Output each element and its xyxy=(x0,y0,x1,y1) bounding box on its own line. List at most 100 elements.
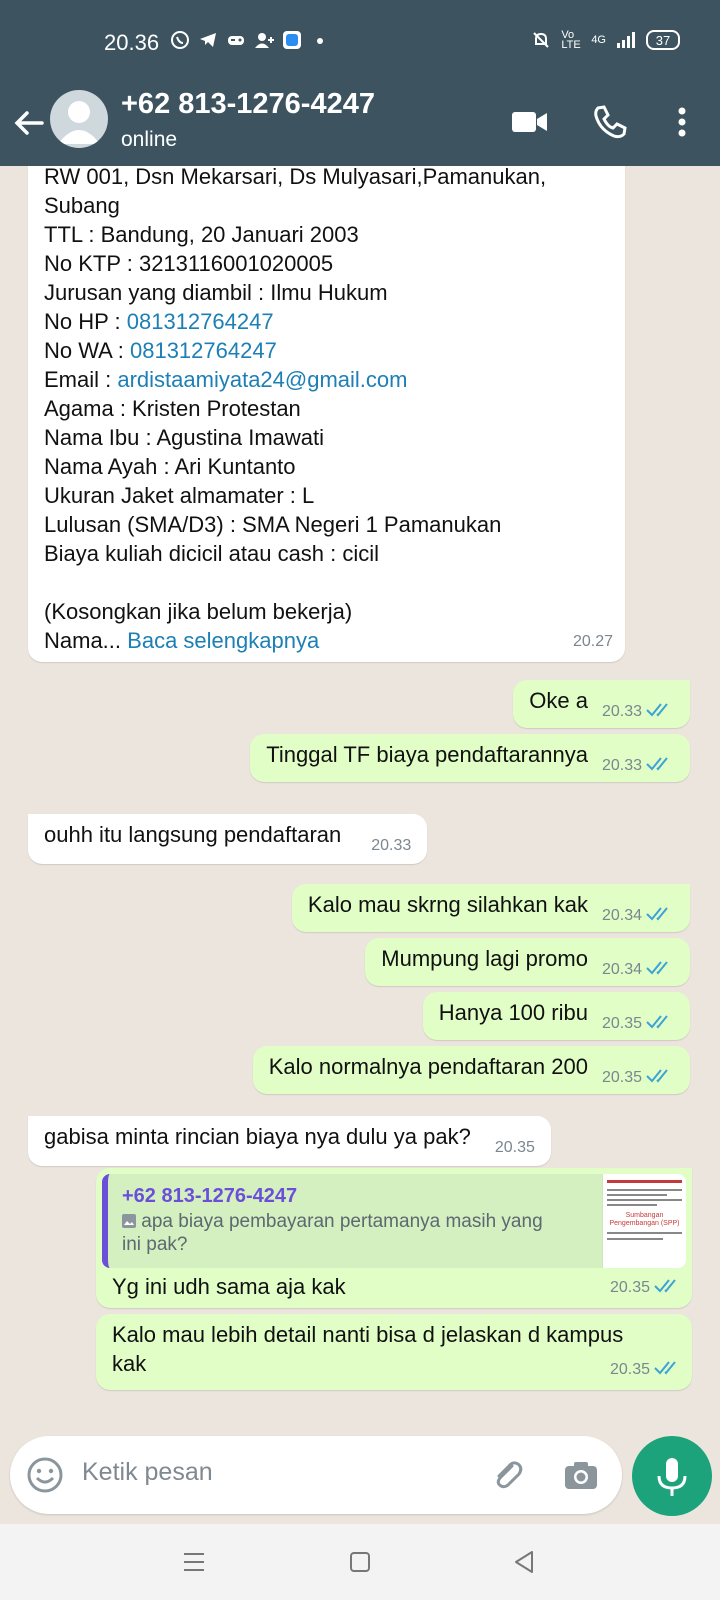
message-text: Oke a xyxy=(529,688,588,713)
read-receipt-icon xyxy=(646,703,668,717)
read-more-link[interactable]: Baca selengkapnya xyxy=(127,628,319,653)
message-text: Mumpung lagi promo xyxy=(381,946,588,971)
message-line: No KTP : 3213116001020005 xyxy=(44,251,334,276)
contact-name[interactable]: +62 813-1276-4247 xyxy=(121,88,375,121)
microphone-icon xyxy=(657,1458,687,1496)
network-label: 4G xyxy=(591,34,606,46)
read-receipt-icon xyxy=(654,1279,676,1293)
read-receipt-icon xyxy=(646,907,668,921)
read-receipt-icon xyxy=(646,1015,668,1029)
quote-author: +62 813-1276-4247 xyxy=(122,1185,298,1207)
read-receipt-icon xyxy=(646,961,668,975)
message-incoming[interactable]: ouhh itu langsung pendaftaran 20.33 xyxy=(28,814,428,864)
home-icon[interactable] xyxy=(344,1546,376,1578)
message-outgoing-reply[interactable]: +62 813-1276-4247 apa biaya pembayaran p… xyxy=(96,1168,692,1308)
quote-thumbnail[interactable]: Sumbangan Pengembangan (SPP) xyxy=(602,1174,686,1268)
message-line: Biaya kuliah dicicil atau cash : cicil xyxy=(44,541,380,566)
message-meta: 20.35 xyxy=(602,1009,674,1038)
message-time: 20.34 xyxy=(601,907,642,924)
volte-label: Vo LTE xyxy=(561,29,581,51)
dot-icon xyxy=(317,38,323,44)
message-meta: 20.34 xyxy=(602,955,674,984)
status-bar: 20.36 Vo LTE 4G 37 xyxy=(0,0,720,88)
video-call-icon[interactable] xyxy=(510,102,550,142)
message-line: Jurusan yang diambil : Ilmu Hukum xyxy=(44,280,388,305)
message-time: 20.35 xyxy=(494,1139,535,1156)
message-outgoing[interactable]: Kalo mau skrng silahkan kak 20.34 xyxy=(291,884,690,932)
quote-text-block: apa biaya pembayaran pertamanya masih ya… xyxy=(122,1210,572,1256)
voice-message-button[interactable] xyxy=(632,1436,712,1516)
phone-link[interactable]: 081312764247 xyxy=(130,338,277,363)
chat-area[interactable]: RW 001, Dsn Mekarsari, Ds Mulyasari,Pama… xyxy=(0,166,720,1436)
image-icon xyxy=(122,1214,136,1228)
message-incoming-long[interactable]: RW 001, Dsn Mekarsari, Ds Mulyasari,Pama… xyxy=(28,166,625,662)
wa-label: No WA : xyxy=(44,338,130,363)
voice-call-icon[interactable] xyxy=(590,102,630,142)
quote-line: apa biaya pembayaran pertamanya masih ya… xyxy=(122,1210,572,1233)
message-outgoing[interactable]: Kalo mau lebih detail nanti bisa d jelas… xyxy=(96,1314,692,1390)
message-meta: 20.35 xyxy=(602,1063,674,1092)
message-outgoing[interactable]: Hanya 100 ribu 20.35 xyxy=(422,992,690,1040)
contact-avatar[interactable] xyxy=(50,90,108,148)
message-text: Kalo mau skrng silahkan kak xyxy=(307,892,588,917)
app-icon xyxy=(283,31,301,49)
message-line: TTL : Bandung, 20 Januari 2003 xyxy=(44,222,359,247)
back-nav-icon[interactable] xyxy=(508,1546,540,1578)
message-time: 20.33 xyxy=(371,837,412,854)
contact-status: online xyxy=(121,128,178,151)
message-time: 20.35 xyxy=(609,1279,650,1296)
message-text: Hanya 100 ribu xyxy=(438,1000,588,1025)
more-options-icon[interactable] xyxy=(662,102,702,142)
recent-apps-icon[interactable] xyxy=(178,1546,210,1578)
phone-link[interactable]: 081312764247 xyxy=(127,309,274,334)
message-outgoing[interactable]: Mumpung lagi promo 20.34 xyxy=(365,938,690,986)
message-line: No HP : 081312764247 xyxy=(44,307,609,336)
message-outgoing[interactable]: Oke a 20.33 xyxy=(513,680,690,728)
hp-label: No HP : xyxy=(44,309,127,334)
message-line: Email : ardistaamiyata24@gmail.com xyxy=(44,365,609,394)
message-line: Ukuran Jaket almamater : L xyxy=(44,483,315,508)
message-text: Yg ini udh sama aja kak xyxy=(112,1274,346,1299)
message-line: Lulusan (SMA/D3) : SMA Negeri 1 Pamanuka… xyxy=(44,512,502,537)
message-line: (Kosongkan jika belum bekerja) xyxy=(44,599,353,624)
message-line: Nama Ayah : Ari Kuntanto xyxy=(44,454,296,479)
system-navigation-bar xyxy=(0,1524,720,1600)
mute-icon xyxy=(533,32,550,48)
message-input-bar[interactable]: Ketik pesan xyxy=(10,1436,622,1514)
message-meta: 20.35 xyxy=(610,1273,682,1302)
truncated-text: Nama... xyxy=(44,628,122,653)
user-add-icon xyxy=(255,33,274,48)
message-incoming[interactable]: gabisa minta rincian biaya nya dulu ya p… xyxy=(28,1116,551,1166)
telegram-icon xyxy=(200,33,216,47)
message-outgoing[interactable]: Tinggal TF biaya pendaftarannya 20.33 xyxy=(250,734,690,782)
read-receipt-icon xyxy=(646,757,668,771)
message-outgoing[interactable]: Kalo normalnya pendaftaran 200 20.35 xyxy=(252,1046,690,1094)
message-text: Tinggal TF biaya pendaftarannya xyxy=(266,742,588,767)
message-time: 20.35 xyxy=(601,1015,642,1032)
back-arrow-icon[interactable] xyxy=(12,106,46,140)
attach-icon[interactable] xyxy=(488,1456,526,1494)
quote-text: ini pak? xyxy=(122,1234,188,1255)
message-text: Kalo normalnya pendaftaran 200 xyxy=(268,1054,588,1079)
message-text: ouhh itu langsung pendaftaran xyxy=(44,822,342,847)
message-text: gabisa minta rincian biaya nya dulu ya p… xyxy=(44,1124,471,1149)
camera-icon[interactable] xyxy=(562,1456,600,1494)
message-time: 20.33 xyxy=(601,703,642,720)
read-receipt-icon xyxy=(654,1361,676,1375)
chat-header: +62 813-1276-4247 online xyxy=(0,88,720,166)
notification-icons xyxy=(170,30,330,50)
emoji-icon[interactable] xyxy=(26,1456,64,1494)
whatsapp-icon xyxy=(171,31,189,49)
quoted-message[interactable]: +62 813-1276-4247 apa biaya pembayaran p… xyxy=(102,1174,686,1268)
message-line: Nama... Baca selengkapnya xyxy=(44,626,609,655)
message-line: Subang xyxy=(44,193,120,218)
status-time: 20.36 xyxy=(104,30,160,55)
message-time: 20.35 xyxy=(609,1361,650,1378)
email-link[interactable]: ardistaamiyata24@gmail.com xyxy=(117,367,407,392)
message-text: kak xyxy=(112,1351,147,1376)
read-receipt-icon xyxy=(646,1069,668,1083)
email-label: Email : xyxy=(44,367,118,392)
message-meta: 20.33 xyxy=(602,751,674,780)
message-input[interactable]: Ketik pesan xyxy=(82,1458,213,1487)
default-avatar-icon xyxy=(58,101,100,144)
